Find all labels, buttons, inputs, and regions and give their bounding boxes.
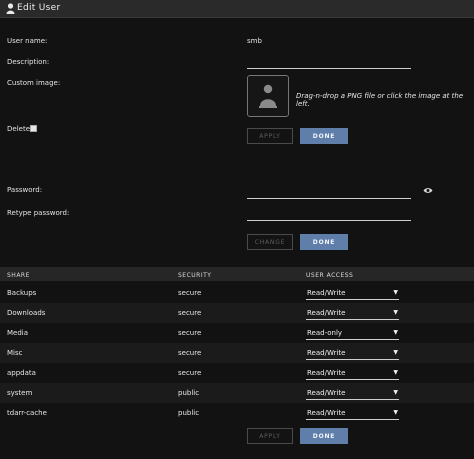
share-security: public: [178, 409, 200, 417]
change-button[interactable]: CHANGE: [247, 234, 293, 250]
table-row: appdata secure Read/Write ▼: [0, 363, 474, 383]
page-title: Edit User: [17, 3, 61, 13]
user-access-select[interactable]: Read/Write ▼: [306, 407, 399, 420]
share-security: public: [178, 389, 200, 397]
table-row: Media secure Read-only ▼: [0, 323, 474, 343]
retype-password-label: Retype password:: [7, 209, 70, 217]
share-security: secure: [178, 329, 202, 337]
user-access-select[interactable]: Read/Write ▼: [306, 307, 399, 320]
shares-apply-button[interactable]: APPLY: [247, 428, 293, 444]
user-access-value: Read/Write: [307, 349, 346, 357]
username-value: smb: [247, 37, 262, 45]
user-access-select[interactable]: Read/Write ▼: [306, 287, 399, 300]
share-name: system: [7, 389, 33, 397]
eye-icon[interactable]: [423, 187, 433, 194]
custom-image-label: Custom image:: [7, 79, 61, 87]
share-name: Downloads: [7, 309, 46, 317]
username-label: User name:: [7, 37, 48, 45]
retype-password-input[interactable]: [247, 220, 411, 221]
share-security: secure: [178, 289, 202, 297]
password-input[interactable]: [247, 198, 411, 199]
table-row: Downloads secure Read/Write ▼: [0, 303, 474, 323]
user-access-select[interactable]: Read/Write ▼: [306, 367, 399, 380]
share-name: Backups: [7, 289, 37, 297]
user-avatar-icon: [259, 84, 277, 108]
delete-label: Delete: [7, 125, 30, 133]
share-name: Media: [7, 329, 29, 337]
caret-down-icon: ▼: [393, 289, 398, 296]
user-access-select[interactable]: Read/Write ▼: [306, 347, 399, 360]
done-button[interactable]: DONE: [300, 128, 348, 144]
user-access-value: Read/Write: [307, 389, 346, 397]
column-header-user-access: USER ACCESS: [306, 272, 354, 279]
caret-down-icon: ▼: [393, 329, 398, 336]
user-access-value: Read-only: [307, 329, 343, 337]
user-access-select[interactable]: Read/Write ▼: [306, 387, 399, 400]
delete-checkbox[interactable]: [30, 125, 37, 132]
title-bar: Edit User: [0, 0, 474, 18]
table-row: tdarr-cache public Read/Write ▼: [0, 403, 474, 423]
table-header: [0, 267, 474, 281]
share-security: secure: [178, 349, 202, 357]
share-name: appdata: [7, 369, 36, 377]
user-access-select[interactable]: Read-only ▼: [306, 327, 399, 340]
share-name: Misc: [7, 349, 23, 357]
column-header-share: SHARE: [7, 272, 30, 279]
apply-button[interactable]: APPLY: [247, 128, 293, 144]
user-access-value: Read/Write: [307, 289, 346, 297]
user-access-value: Read/Write: [307, 409, 346, 417]
table-row: Backups secure Read/Write ▼: [0, 283, 474, 303]
caret-down-icon: ▼: [393, 409, 398, 416]
caret-down-icon: ▼: [393, 389, 398, 396]
caret-down-icon: ▼: [393, 349, 398, 356]
user-access-value: Read/Write: [307, 309, 346, 317]
password-done-button[interactable]: DONE: [300, 234, 348, 250]
share-name: tdarr-cache: [7, 409, 47, 417]
custom-image-dropzone[interactable]: [247, 75, 289, 117]
table-row: system public Read/Write ▼: [0, 383, 474, 403]
password-label: Password:: [7, 186, 43, 194]
caret-down-icon: ▼: [393, 309, 398, 316]
user-access-value: Read/Write: [307, 369, 346, 377]
user-icon: [6, 3, 15, 14]
table-row: Misc secure Read/Write ▼: [0, 343, 474, 363]
column-header-security: SECURITY: [178, 272, 212, 279]
description-label: Description:: [7, 58, 50, 66]
share-security: secure: [178, 369, 202, 377]
share-security: secure: [178, 309, 202, 317]
description-input[interactable]: [247, 68, 411, 69]
caret-down-icon: ▼: [393, 369, 398, 376]
image-hint: Drag-n-drop a PNG file or click the imag…: [296, 92, 464, 108]
shares-done-button[interactable]: DONE: [300, 428, 348, 444]
